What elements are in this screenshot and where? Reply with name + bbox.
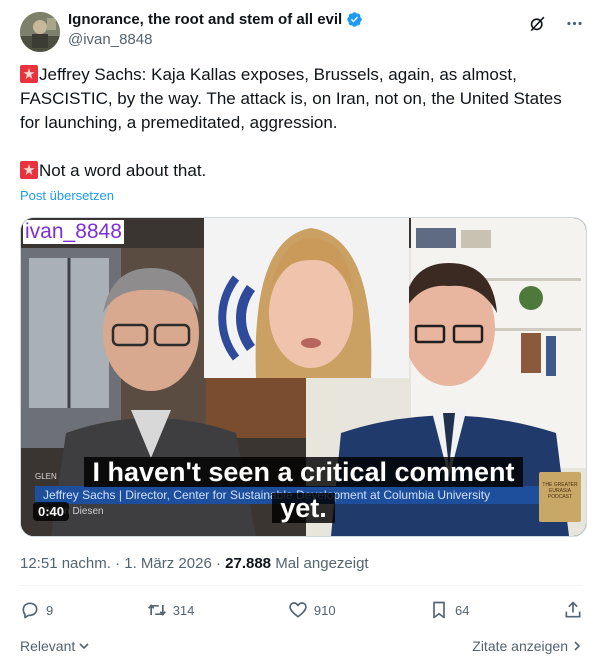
podcast-logo: THE GREATER EURASIA PODCAST (539, 472, 581, 522)
avatar-image (20, 12, 60, 52)
siren-emoji-icon (20, 161, 38, 179)
repost-icon (147, 604, 166, 616)
post-text: Jeffrey Sachs: Kaja Kallas exposes, Brus… (20, 63, 580, 183)
post-actions-bar: 9 314 910 64 (20, 600, 583, 620)
verified-badge-icon (347, 12, 362, 27)
sort-dropdown[interactable]: Relevant (20, 638, 90, 654)
author-handle[interactable]: @ivan_8848 (68, 31, 363, 48)
repost-count: 314 (172, 602, 195, 618)
share-button[interactable] (563, 600, 583, 620)
author-avatar[interactable] (20, 12, 60, 52)
post-time[interactable]: 12:51 nachm. (20, 555, 111, 572)
video-subtitle: I haven't seen a critical comment yet. (71, 454, 536, 526)
reply-button[interactable]: 9 (20, 600, 53, 620)
share-icon (565, 601, 581, 618)
meta-separator-2: · (211, 555, 226, 572)
sort-label: Relevant (20, 638, 76, 654)
reply-count: 9 (46, 602, 54, 618)
post-header-actions (528, 14, 584, 33)
more-dots-icon[interactable] (565, 14, 584, 33)
post-paragraph-2-text: Not a word about that. (39, 161, 207, 180)
post-paragraph-2: Not a word about that. (20, 159, 580, 183)
post-meta: 12:51 nachm. · 1. März 2026 · 27.888 Mal… (20, 555, 369, 572)
lower-third-small-label: GLEN (35, 472, 57, 481)
bookmark-button[interactable]: 64 (429, 600, 470, 620)
post-paragraph-1-text: Jeffrey Sachs: Kaja Kallas exposes, Brus… (20, 65, 562, 132)
podcast-logo-text: THE GREATER EURASIA PODCAST (542, 482, 578, 500)
like-button[interactable]: 910 (288, 600, 336, 620)
video-duration-badge: 0:40 (33, 502, 70, 521)
repost-button[interactable]: 314 (147, 600, 195, 620)
grok-icon[interactable] (528, 14, 547, 33)
post-paragraph-1: Jeffrey Sachs: Kaja Kallas exposes, Brus… (20, 63, 580, 135)
post-date[interactable]: 1. März 2026 (124, 555, 212, 572)
chevron-right-icon (574, 641, 581, 651)
video-player[interactable]: ivan_8848 GLEN Jeffrey Sachs | Director,… (20, 217, 587, 537)
bookmark-count: 64 (455, 602, 470, 618)
quotes-label: Zitate anzeigen (472, 638, 568, 654)
video-subtitle-text: I haven't seen a critical comment yet. (84, 457, 523, 523)
chevron-down-icon (79, 643, 89, 650)
watermark-handle: ivan_8848 (23, 220, 124, 244)
heart-icon (289, 602, 307, 618)
siren-emoji-icon (20, 65, 38, 83)
view-quotes-link[interactable]: Zitate anzeigen (472, 638, 583, 654)
bookmark-icon (433, 601, 445, 619)
views-label: Mal angezeigt (275, 555, 369, 572)
like-count: 910 (313, 602, 336, 618)
author-display-name[interactable]: Ignorance, the root and stem of all evil (68, 11, 342, 28)
views-count: 27.888 (225, 555, 272, 572)
translate-post-link[interactable]: Post übersetzen (20, 188, 114, 203)
reply-icon (22, 602, 38, 619)
author-block: Ignorance, the root and stem of all evil… (68, 11, 363, 48)
meta-separator: · (110, 555, 125, 572)
replies-controls: Relevant Zitate anzeigen (20, 638, 583, 654)
divider-top (20, 585, 583, 586)
